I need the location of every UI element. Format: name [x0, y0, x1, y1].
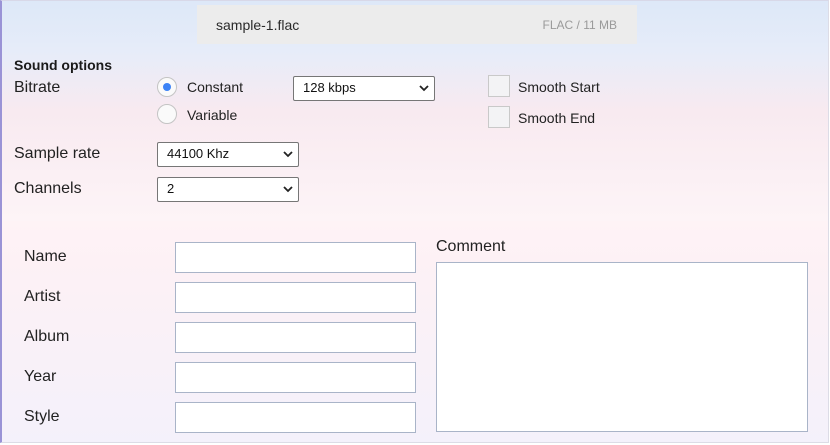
bitrate-constant-radio[interactable] [157, 77, 177, 97]
bitrate-select-value: 128 kbps [303, 80, 356, 95]
channels-select[interactable]: 2 [157, 177, 299, 202]
name-label: Name [24, 248, 67, 265]
album-input[interactable] [175, 322, 416, 353]
artist-label: Artist [24, 288, 61, 305]
file-format-size: FLAC / 11 MB [542, 18, 617, 32]
style-input[interactable] [175, 402, 416, 433]
sample-rate-label: Sample rate [14, 145, 101, 162]
bitrate-label: Bitrate [14, 79, 61, 96]
sample-rate-select-value: 44100 Khz [167, 146, 230, 161]
smooth-end-checkbox[interactable] [488, 106, 510, 128]
chevron-down-icon [283, 151, 293, 158]
comment-textarea[interactable] [436, 262, 808, 432]
chevron-down-icon [283, 186, 293, 193]
smooth-start-label: Smooth Start [518, 79, 600, 95]
smooth-end-label: Smooth End [518, 110, 596, 126]
name-input[interactable] [175, 242, 416, 273]
bitrate-variable-label: Variable [187, 107, 238, 123]
sound-settings-panel: sample-1.flac FLAC / 11 MB Sound options… [0, 0, 829, 443]
chevron-down-icon [419, 85, 429, 92]
sound-options-title: Sound options [14, 57, 112, 73]
style-label: Style [24, 408, 60, 425]
year-input[interactable] [175, 362, 416, 393]
sample-rate-select[interactable]: 44100 Khz [157, 142, 299, 167]
file-name: sample-1.flac [216, 17, 300, 33]
channels-label: Channels [14, 180, 82, 197]
channels-select-value: 2 [167, 181, 175, 196]
file-info-bar: sample-1.flac FLAC / 11 MB [197, 5, 637, 44]
comment-label: Comment [436, 238, 506, 255]
bitrate-constant-label: Constant [187, 79, 244, 95]
album-label: Album [24, 328, 70, 345]
smooth-start-checkbox[interactable] [488, 75, 510, 97]
bitrate-variable-radio[interactable] [157, 104, 177, 124]
bitrate-select[interactable]: 128 kbps [293, 76, 435, 101]
artist-input[interactable] [175, 282, 416, 313]
year-label: Year [24, 368, 57, 385]
